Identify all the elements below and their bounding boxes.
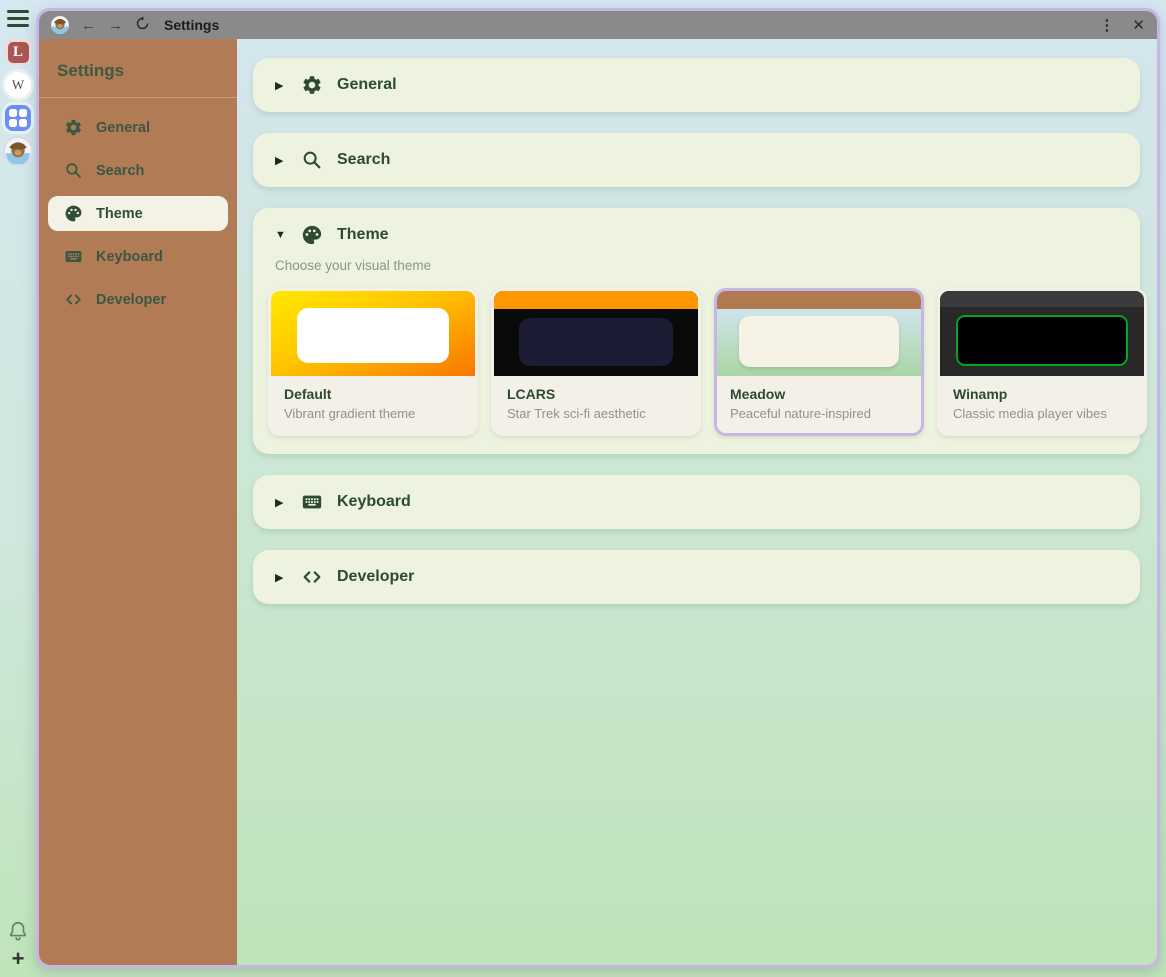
gear-icon (301, 74, 323, 96)
settings-main: ▶ General ▶ Search ▼ Theme (237, 39, 1157, 965)
theme-preview-meadow (717, 291, 921, 376)
theme-card-lcars[interactable]: LCARS Star Trek sci-fi aesthetic (491, 288, 701, 436)
chevron-right-icon: ▶ (275, 496, 287, 509)
back-arrow-icon[interactable]: ← (81, 18, 96, 33)
search-icon (301, 149, 323, 171)
forward-arrow-icon[interactable]: → (108, 18, 123, 33)
sidebar-divider (39, 97, 237, 98)
theme-preview-default (271, 291, 475, 376)
sidebar-item-label: General (96, 120, 150, 136)
chevron-right-icon: ▶ (275, 79, 287, 92)
hamburger-menu-icon[interactable] (7, 10, 29, 27)
theme-preview-winamp (940, 291, 1144, 376)
wikipedia-w-icon: W (12, 77, 24, 93)
sidebar-item-label: Developer (96, 292, 166, 308)
settings-window: ← → Settings ⋮ ✕ Settings General Search… (36, 8, 1160, 968)
theme-card-winamp[interactable]: Winamp Classic media player vibes (937, 288, 1147, 436)
theme-name: Default (284, 386, 462, 402)
preview-content-panel (297, 308, 449, 363)
theme-name: Winamp (953, 386, 1131, 402)
app-logo-icon (51, 16, 69, 34)
section-label: Theme (337, 226, 389, 244)
dock-item-beaver-browser[interactable] (5, 138, 31, 164)
search-icon (64, 161, 83, 180)
theme-card-grid: Default Vibrant gradient theme LCARS Sta… (253, 288, 1140, 454)
sidebar-title: Settings (39, 55, 237, 97)
code-icon (301, 566, 323, 588)
window-content: Settings General Search Theme Keyboard D… (39, 39, 1157, 965)
theme-description: Vibrant gradient theme (284, 406, 462, 421)
sidebar-item-search[interactable]: Search (48, 153, 228, 188)
theme-description: Peaceful nature-inspired (730, 406, 908, 421)
theme-preview-lcars (494, 291, 698, 376)
code-icon (64, 290, 83, 309)
notifications-bell-icon[interactable] (7, 920, 29, 947)
preview-top-bar (494, 291, 698, 309)
section-label: Search (337, 151, 390, 169)
window-title: Settings (164, 17, 219, 33)
grid-dot-icon (9, 109, 17, 117)
palette-icon (64, 204, 83, 223)
grid-dot-icon (19, 119, 27, 127)
theme-card-default[interactable]: Default Vibrant gradient theme (268, 288, 478, 436)
titlebar: ← → Settings ⋮ ✕ (39, 11, 1157, 39)
section-theme: ▼ Theme Choose your visual theme Default… (253, 208, 1140, 454)
grid-dot-icon (19, 109, 27, 117)
beaver-icon (5, 138, 31, 164)
theme-name: LCARS (507, 386, 685, 402)
gear-icon (64, 118, 83, 137)
theme-description: Star Trek sci-fi aesthetic (507, 406, 685, 421)
section-general: ▶ General (253, 58, 1140, 112)
section-keyboard: ▶ Keyboard (253, 475, 1140, 529)
dock-item-app-grid[interactable] (5, 105, 31, 131)
add-button[interactable]: + (12, 949, 25, 969)
dock: L W + (0, 0, 36, 977)
section-keyboard-header[interactable]: ▶ Keyboard (253, 475, 1140, 529)
theme-card-meta: Default Vibrant gradient theme (271, 376, 475, 433)
reload-icon[interactable] (135, 16, 150, 34)
theme-section-description: Choose your visual theme (253, 258, 1140, 288)
theme-card-meta: Winamp Classic media player vibes (940, 376, 1144, 433)
theme-card-meadow[interactable]: Meadow Peaceful nature-inspired (714, 288, 924, 436)
keyboard-icon (301, 491, 323, 513)
section-search: ▶ Search (253, 133, 1140, 187)
section-general-header[interactable]: ▶ General (253, 58, 1140, 112)
preview-top-bar (940, 291, 1144, 307)
theme-name: Meadow (730, 386, 908, 402)
section-label: General (337, 76, 397, 94)
section-theme-header[interactable]: ▼ Theme (253, 208, 1140, 262)
keyboard-icon (64, 247, 83, 266)
preview-content-panel (519, 318, 673, 366)
dock-item-l[interactable]: L (5, 39, 31, 65)
sidebar-item-developer[interactable]: Developer (48, 282, 228, 317)
theme-description: Classic media player vibes (953, 406, 1131, 421)
section-label: Developer (337, 568, 414, 586)
theme-card-meta: Meadow Peaceful nature-inspired (717, 376, 921, 433)
preview-content-panel (956, 315, 1128, 366)
grid-dot-icon (9, 119, 17, 127)
section-developer-header[interactable]: ▶ Developer (253, 550, 1140, 604)
section-label: Keyboard (337, 493, 411, 511)
preview-content-panel (739, 316, 899, 367)
sidebar-item-keyboard[interactable]: Keyboard (48, 239, 228, 274)
close-icon[interactable]: ✕ (1132, 16, 1145, 34)
dock-item-wikipedia[interactable]: W (5, 72, 31, 98)
chevron-right-icon: ▶ (275, 154, 287, 167)
sidebar-item-general[interactable]: General (48, 110, 228, 145)
l-app-icon: L (8, 42, 29, 63)
sidebar-item-label: Keyboard (96, 249, 163, 265)
chevron-down-icon: ▼ (275, 229, 287, 241)
sidebar-item-label: Theme (96, 206, 143, 222)
settings-sidebar: Settings General Search Theme Keyboard D… (39, 39, 237, 965)
sidebar-item-theme[interactable]: Theme (48, 196, 228, 231)
theme-card-meta: LCARS Star Trek sci-fi aesthetic (494, 376, 698, 433)
chevron-right-icon: ▶ (275, 571, 287, 584)
section-search-header[interactable]: ▶ Search (253, 133, 1140, 187)
preview-top-bar (717, 291, 921, 309)
kebab-menu-icon[interactable]: ⋮ (1099, 16, 1114, 34)
sidebar-item-label: Search (96, 163, 144, 179)
palette-icon (301, 224, 323, 246)
section-developer: ▶ Developer (253, 550, 1140, 604)
